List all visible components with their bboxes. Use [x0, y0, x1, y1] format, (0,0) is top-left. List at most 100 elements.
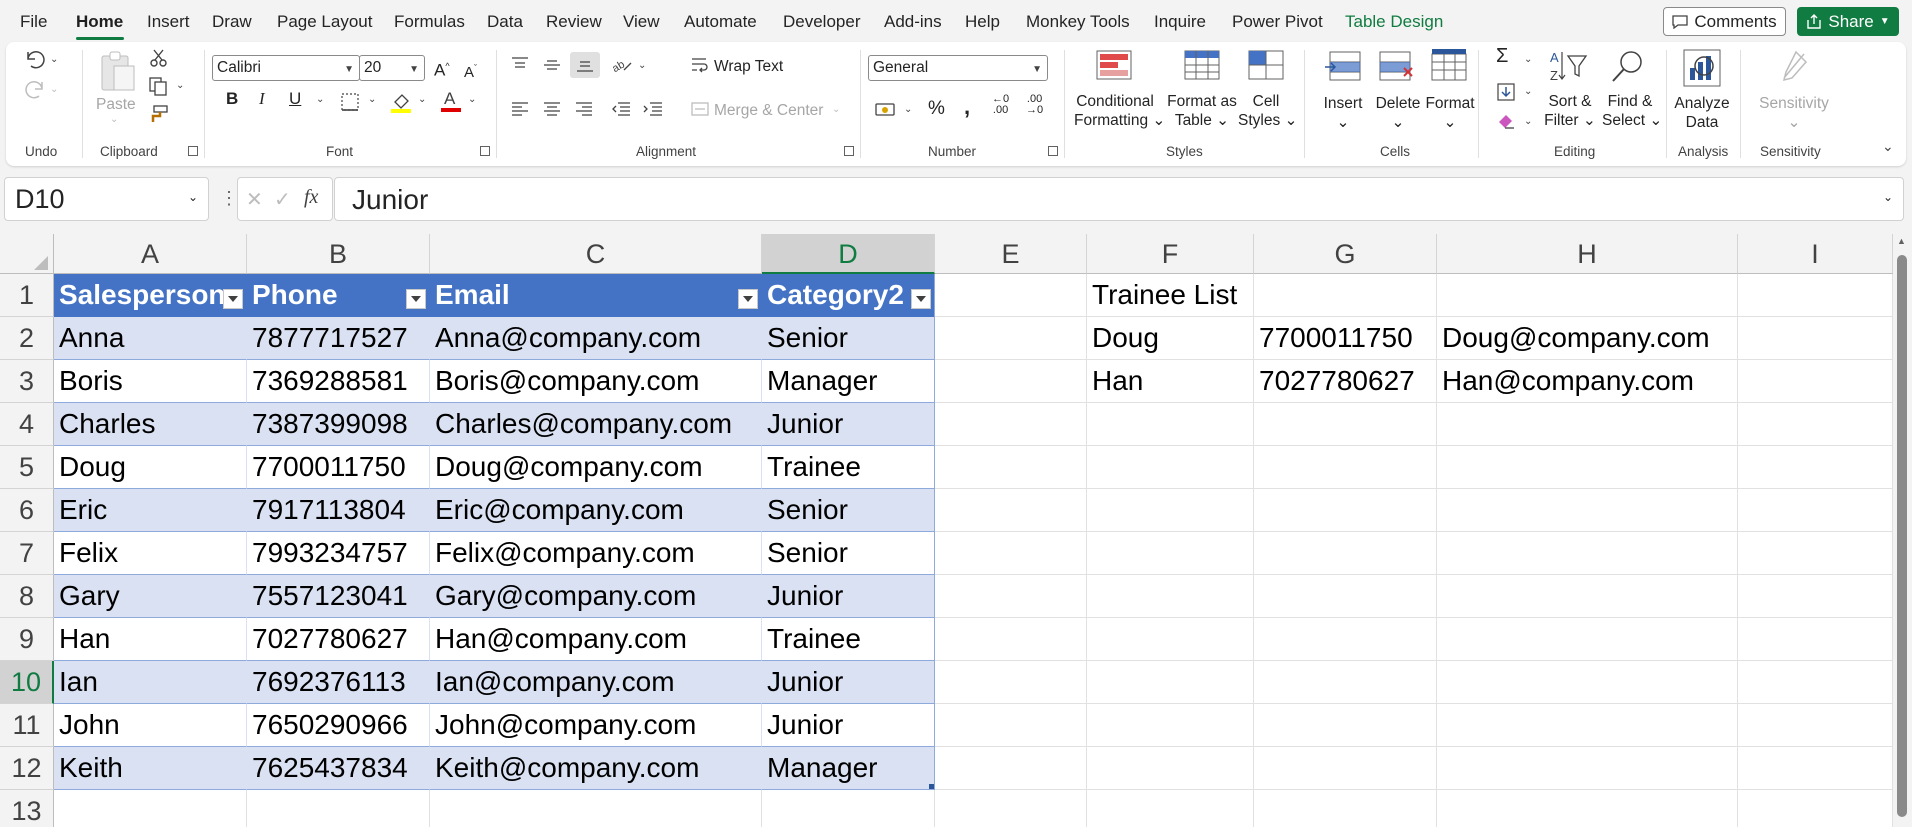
insert-cells-label[interactable]: Insert ⌄ — [1320, 94, 1366, 132]
cell[interactable] — [1087, 704, 1254, 747]
trainee-cell[interactable]: Han@company.com — [1437, 360, 1738, 403]
table-cell[interactable]: Doug — [54, 446, 247, 489]
number-launcher-icon[interactable] — [1048, 146, 1058, 156]
menu-power-pivot[interactable]: Power Pivot — [1232, 12, 1323, 32]
column-header-a[interactable]: A — [54, 234, 247, 274]
table-cell[interactable]: 7692376113 — [247, 661, 430, 704]
cell[interactable] — [1738, 360, 1893, 403]
copy-dropdown-icon[interactable]: ⌄ — [176, 80, 184, 91]
scroll-thumb[interactable] — [1897, 255, 1907, 817]
cell[interactable] — [1437, 704, 1738, 747]
trainee-cell[interactable]: Han — [1087, 360, 1254, 403]
clear-dropdown-icon[interactable]: ⌄ — [1524, 116, 1532, 127]
cell[interactable] — [430, 790, 762, 827]
table-cell[interactable]: Charles — [54, 403, 247, 446]
paste-label[interactable]: Paste — [96, 95, 136, 114]
fill-dropdown-icon[interactable]: ⌄ — [1524, 86, 1532, 97]
number-format-select[interactable]: General ▼ — [868, 55, 1048, 81]
cell[interactable] — [1254, 661, 1437, 704]
trainee-cell[interactable]: Doug@company.com — [1437, 317, 1738, 360]
table-cell[interactable]: Boris — [54, 360, 247, 403]
table-cell[interactable]: Anna@company.com — [430, 317, 762, 360]
cut-icon[interactable] — [148, 48, 170, 68]
cell[interactable] — [935, 489, 1087, 532]
table-cell[interactable]: Keith@company.com — [430, 747, 762, 790]
cell-styles-icon[interactable] — [1248, 50, 1284, 80]
cell[interactable] — [1437, 446, 1738, 489]
merge-center-label[interactable]: Merge & Center — [714, 101, 823, 120]
cell[interactable] — [935, 747, 1087, 790]
cell[interactable] — [1087, 661, 1254, 704]
table-header-cell[interactable]: Salesperson — [54, 274, 247, 317]
cell[interactable] — [1738, 575, 1893, 618]
table-cell[interactable]: Gary — [54, 575, 247, 618]
menu-review[interactable]: Review — [546, 12, 602, 32]
cell[interactable] — [935, 790, 1087, 827]
share-button[interactable]: Share ▼ — [1797, 7, 1899, 36]
cell[interactable] — [1437, 747, 1738, 790]
cell[interactable] — [935, 661, 1087, 704]
menu-page-layout[interactable]: Page Layout — [277, 12, 372, 32]
menu-insert[interactable]: Insert — [147, 12, 190, 32]
table-cell[interactable]: Han@company.com — [430, 618, 762, 661]
conditional-formatting-label[interactable]: Conditional Formatting ⌄ — [1074, 92, 1165, 130]
share-dropdown-icon[interactable]: ▼ — [1880, 16, 1890, 27]
cell[interactable] — [1437, 532, 1738, 575]
table-cell[interactable]: Senior — [762, 532, 935, 575]
insert-function-icon[interactable]: fx — [304, 186, 318, 209]
delete-cells-label[interactable]: Delete ⌄ — [1372, 94, 1424, 132]
table-cell[interactable]: Boris@company.com — [430, 360, 762, 403]
format-as-table-label[interactable]: Format as Table ⌄ — [1162, 92, 1242, 130]
row-header-6[interactable]: 6 — [0, 489, 54, 532]
cell[interactable] — [1087, 790, 1254, 827]
underline-dropdown-icon[interactable]: ⌄ — [316, 94, 324, 105]
cancel-icon[interactable]: ✕ — [246, 187, 263, 212]
format-painter-icon[interactable] — [148, 104, 170, 124]
filter-dropdown-icon[interactable] — [738, 289, 758, 309]
trainee-cell[interactable]: 7700011750 — [1254, 317, 1437, 360]
align-left-icon[interactable] — [510, 100, 530, 118]
merge-center-icon[interactable] — [690, 100, 710, 118]
autosum-icon[interactable]: Σ — [1496, 46, 1508, 66]
fill-color-dropdown-icon[interactable]: ⌄ — [418, 94, 426, 105]
cell[interactable] — [935, 360, 1087, 403]
table-cell[interactable]: Felix@company.com — [430, 532, 762, 575]
cell[interactable] — [1437, 489, 1738, 532]
table-cell[interactable]: Ian@company.com — [430, 661, 762, 704]
menu-formulas[interactable]: Formulas — [394, 12, 465, 32]
accounting-dropdown-icon[interactable]: ⌄ — [904, 104, 912, 115]
cell[interactable] — [1738, 446, 1893, 489]
table-cell[interactable]: Junior — [762, 704, 935, 747]
enter-icon[interactable]: ✓ — [274, 187, 291, 212]
worksheet-grid[interactable]: A B C D E F G H I 1 2 3 4 5 6 7 8 9 10 11 12 13 Salesperson Pho… — [0, 234, 1893, 827]
cell[interactable] — [1437, 274, 1738, 317]
table-cell[interactable]: Eric — [54, 489, 247, 532]
row-header-7[interactable]: 7 — [0, 532, 54, 575]
menu-view[interactable]: View — [623, 12, 660, 32]
italic-icon[interactable]: I — [259, 89, 265, 108]
font-size-select[interactable]: 20 ▼ — [359, 55, 425, 81]
cell[interactable] — [935, 704, 1087, 747]
cell[interactable] — [1738, 317, 1893, 360]
conditional-formatting-icon[interactable] — [1096, 50, 1132, 80]
menu-inquire[interactable]: Inquire — [1154, 12, 1206, 32]
table-cell[interactable]: 7993234757 — [247, 532, 430, 575]
borders-icon[interactable] — [340, 92, 360, 112]
decrease-indent-icon[interactable] — [610, 100, 632, 118]
table-cell[interactable]: Anna — [54, 317, 247, 360]
cell[interactable] — [1437, 661, 1738, 704]
formula-bar-grip-icon[interactable]: ⋮ — [220, 188, 238, 209]
format-cells-icon[interactable] — [1430, 48, 1468, 82]
sort-filter-label[interactable]: Sort & Filter ⌄ — [1542, 92, 1598, 130]
name-box[interactable]: D10 ⌄ — [4, 177, 209, 221]
cell[interactable] — [762, 790, 935, 827]
undo-dropdown-icon[interactable]: ⌄ — [50, 54, 58, 65]
menu-draw[interactable]: Draw — [212, 12, 252, 32]
increase-font-size-icon[interactable]: A^ — [434, 57, 450, 80]
redo-dropdown-icon[interactable]: ⌄ — [50, 84, 58, 95]
formula-input[interactable]: Junior ⌄ — [334, 177, 1904, 221]
menu-add-ins[interactable]: Add-ins — [884, 12, 942, 32]
decrease-decimal-icon[interactable]: .00 →0 — [1026, 94, 1043, 116]
cell[interactable] — [1087, 575, 1254, 618]
cell[interactable] — [1738, 532, 1893, 575]
